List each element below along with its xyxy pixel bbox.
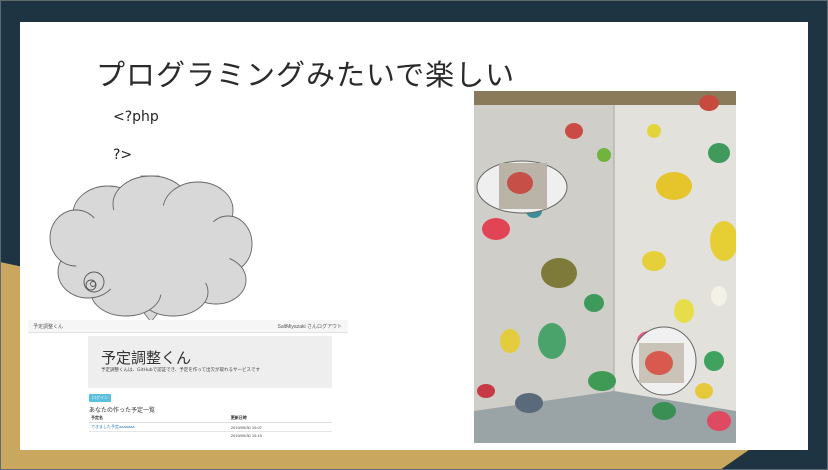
schedule-list-title: あなたの作った予定一覧 [89, 407, 156, 414]
table-row: 2019/09/30 15:19 [89, 431, 332, 439]
navbar-brand: 予定調整くん [33, 324, 64, 330]
app-description: 予定調整くんは、GitHubで認証でき、予定を作って出欠が取れるサービスです [101, 368, 261, 373]
php-close-tag: ?> [113, 147, 133, 163]
app-screenshot: 予定調整くん SaltMiyazaki さんログアウト 予定調整くん 予定調整く… [28, 320, 348, 450]
thought-cloud-icon [49, 175, 253, 323]
schedule-name-cell: できました予定aaaaaaa [89, 422, 229, 432]
updated-at-cell: 2019/09/30 15:19 [228, 431, 332, 439]
updated-at-cell: 2019/09/30 19:07 [228, 422, 332, 432]
schedule-name-cell [89, 431, 229, 439]
slide-title: プログラミングみたいで楽しい [96, 58, 516, 92]
php-open-tag: <?php [113, 109, 159, 125]
app-jumbotron: 予定調整くん 予定調整くんは、GitHubで認証でき、予定を作って出欠が取れるサ… [88, 336, 332, 388]
column-header: 更新日時 [228, 414, 332, 423]
presentation-slide: プログラミングみたいで楽しい <?php ?> 予定調整くん SaltMiyaz… [20, 22, 808, 450]
login-button: ログイン [89, 394, 111, 402]
app-navbar: 予定調整くん SaltMiyazaki さんログアウト [28, 320, 348, 333]
table-header-row: 予定名 更新日時 [89, 414, 332, 423]
app-heading: 予定調整くん [101, 349, 192, 367]
schedule-table: 予定名 更新日時 できました予定aaaaaaa 2019/09/30 19:07… [89, 414, 332, 439]
navbar-user-logout: SaltMiyazaki さんログアウト [277, 324, 342, 330]
column-header: 予定名 [89, 414, 229, 423]
climbing-wall-photo [474, 91, 736, 443]
table-row: できました予定aaaaaaa 2019/09/30 19:07 [89, 422, 332, 432]
